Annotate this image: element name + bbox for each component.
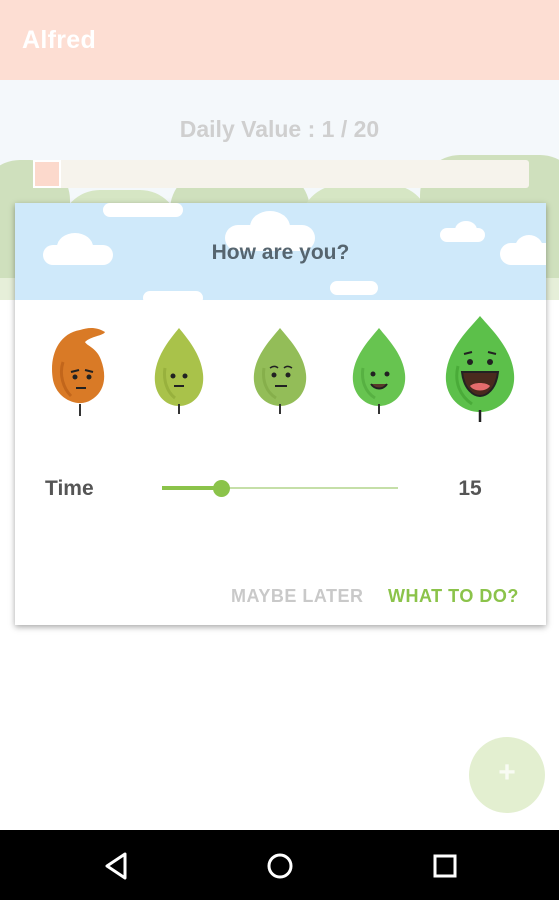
app-title: Alfred xyxy=(22,26,97,54)
daily-value-text: Daily Value : 1 / 20 xyxy=(179,116,380,142)
app-screen: Alfred Daily Value : 1 / 20 How are you? xyxy=(0,0,559,830)
system-nav-bar xyxy=(0,830,559,900)
back-icon[interactable] xyxy=(95,844,139,888)
add-fab-button[interactable]: + xyxy=(469,737,545,813)
time-label: Time xyxy=(45,477,94,500)
sad-leaf-icon[interactable] xyxy=(149,324,209,416)
app-bar: Alfred xyxy=(0,0,559,80)
time-slider[interactable] xyxy=(162,478,398,498)
dialog-sky-header: How are you? xyxy=(15,203,546,300)
happy-leaf-icon[interactable] xyxy=(347,324,411,416)
very-happy-leaf-icon[interactable] xyxy=(440,312,520,424)
mood-dialog: How are you? Time 15 MAYBE LATER WHAT TO… xyxy=(15,203,546,625)
mood-selector xyxy=(15,308,546,428)
maybe-later-button[interactable]: MAYBE LATER xyxy=(231,586,364,607)
time-slider-thumb[interactable] xyxy=(213,480,230,497)
recents-icon[interactable] xyxy=(423,844,467,888)
what-to-do-button[interactable]: WHAT TO DO? xyxy=(388,586,519,607)
plus-icon: + xyxy=(498,756,516,789)
time-value: 15 xyxy=(458,477,482,500)
neutral-leaf-icon[interactable] xyxy=(248,324,312,416)
dialog-title: How are you? xyxy=(211,241,350,264)
very-sad-leaf-icon[interactable] xyxy=(45,322,115,418)
home-icon[interactable] xyxy=(258,844,302,888)
daily-progress-bar xyxy=(33,160,529,188)
daily-progress-fill xyxy=(33,160,61,188)
